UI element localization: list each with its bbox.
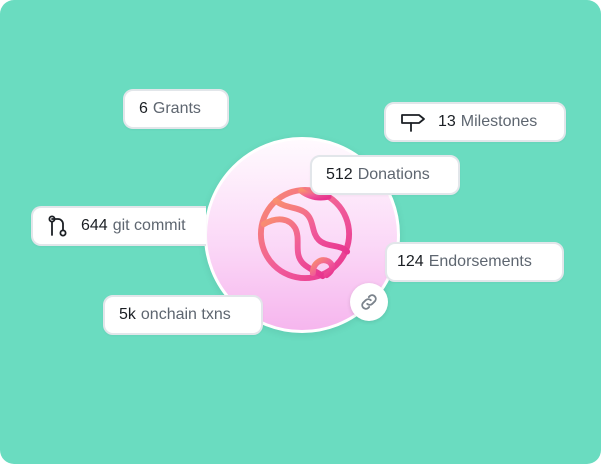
link-icon	[361, 294, 377, 310]
signpost-icon	[400, 111, 426, 133]
stat-label: Milestones	[460, 113, 538, 130]
stat-onchain-txns: 5k onchain txns	[103, 295, 263, 335]
stat-label: Endorsements	[428, 253, 532, 270]
stats-card: 6 Grants 13 Milestones 644 git commit 12…	[0, 0, 601, 464]
stat-number: 124	[397, 253, 424, 270]
link-badge[interactable]	[350, 283, 388, 321]
stat-number: 644	[81, 217, 108, 234]
stat-endorsements: 124 Endorsements	[385, 242, 564, 282]
stat-donations: 512 Donations	[310, 155, 460, 195]
stat-label: git commit	[112, 217, 186, 234]
stat-number: 512	[326, 166, 353, 183]
stat-git-commits: 644 git commit	[31, 206, 206, 246]
globe-icon	[257, 186, 353, 282]
stat-grants: 6 Grants	[123, 89, 229, 129]
stat-label: Donations	[357, 166, 430, 183]
stat-number: 6	[139, 100, 148, 117]
git-branch-icon	[47, 214, 69, 238]
stat-label: Grants	[152, 100, 201, 117]
stat-label: onchain txns	[140, 306, 231, 323]
stat-number: 13	[438, 113, 456, 130]
stat-milestones: 13 Milestones	[384, 102, 566, 142]
stat-number: 5k	[119, 306, 136, 323]
